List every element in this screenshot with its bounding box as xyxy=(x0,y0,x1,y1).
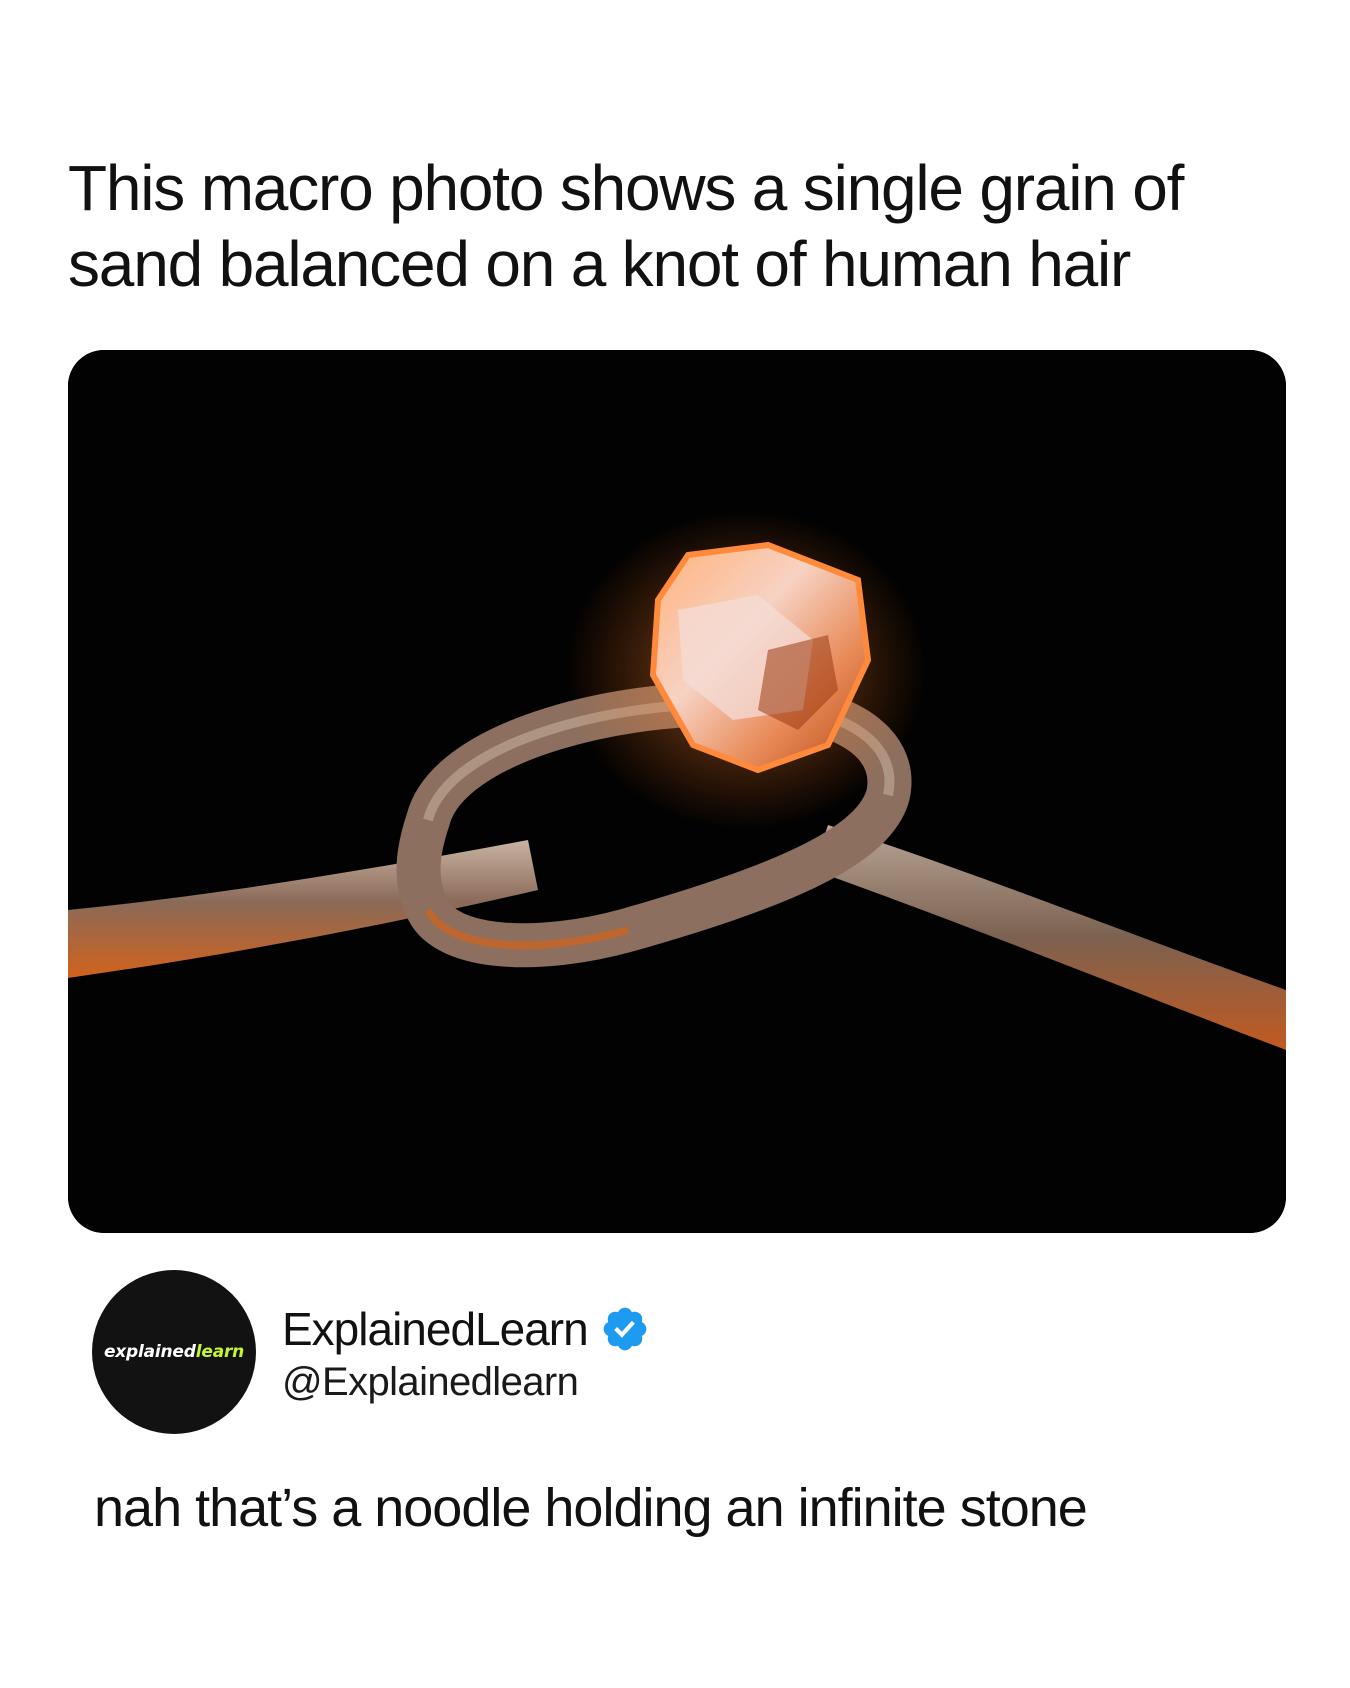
avatar[interactable]: explainedlearn xyxy=(92,1270,256,1434)
author-display-name[interactable]: ExplainedLearn xyxy=(282,1302,589,1356)
reply-text: nah that’s a noodle holding an infinite … xyxy=(94,1478,1088,1538)
sand-grain-on-hair-knot-image xyxy=(68,350,1286,1233)
verified-badge-icon xyxy=(603,1307,647,1351)
author-card: explainedlearn ExplainedLearn @Explained… xyxy=(92,1270,1272,1440)
author-handle[interactable]: @Explainedlearn xyxy=(282,1358,579,1406)
post-photo[interactable] xyxy=(68,350,1286,1233)
display-name-row: ExplainedLearn xyxy=(282,1302,650,1356)
avatar-logo-part1: explained xyxy=(103,1342,196,1362)
post-headline: This macro photo shows a single grain of… xyxy=(68,152,1184,300)
avatar-logo-part2: learn xyxy=(195,1342,245,1362)
avatar-logo: explainedlearn xyxy=(104,1342,244,1362)
